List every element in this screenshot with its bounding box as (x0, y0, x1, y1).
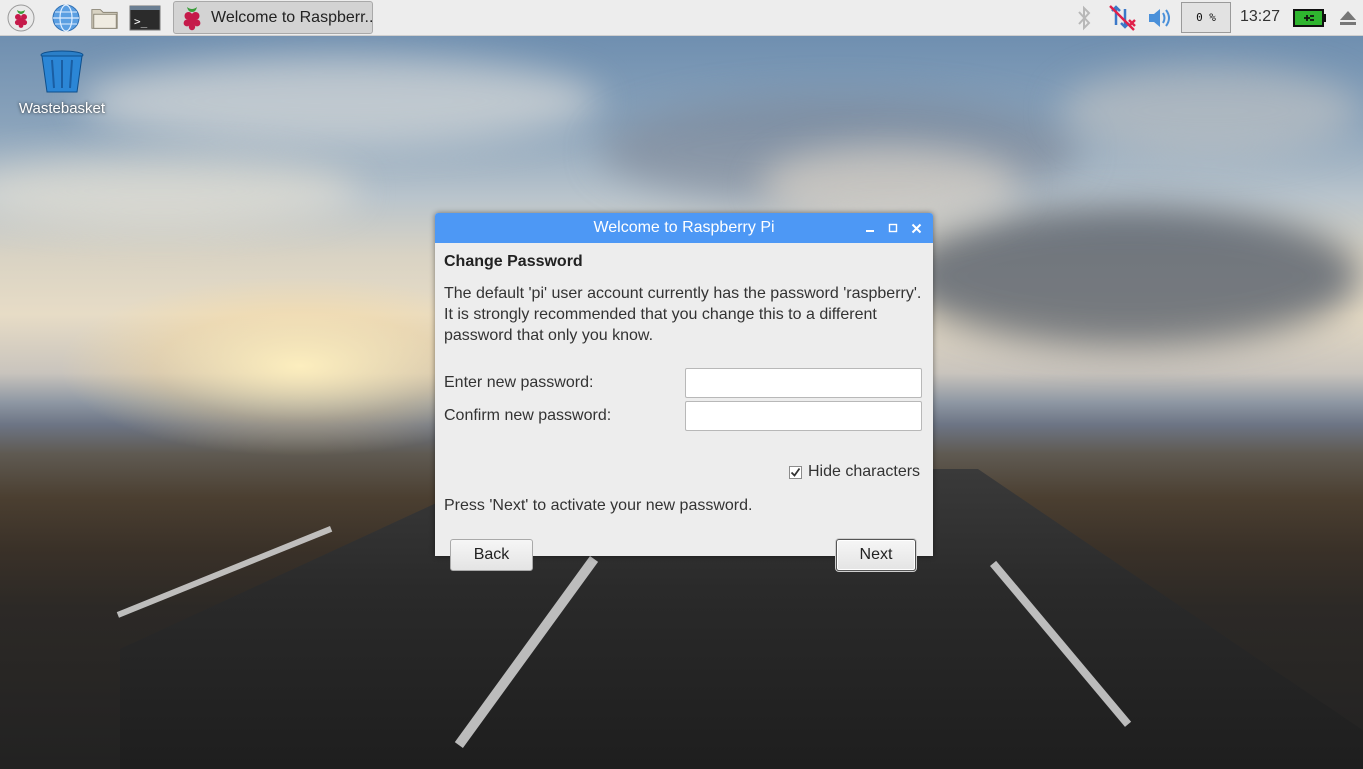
description-line: The default 'pi' user account currently … (444, 285, 922, 302)
cpu-usage-value: 0 % (1196, 11, 1216, 24)
file-manager-icon[interactable] (90, 3, 120, 33)
welcome-dialog: Welcome to Raspberry Pi Change Password … (435, 213, 933, 571)
raspberry-icon (179, 4, 205, 32)
description-line: password that only you know. (444, 327, 654, 344)
task-button-label: Welcome to Raspberr... (211, 8, 372, 26)
clock[interactable]: 13:27 (1240, 8, 1280, 26)
minimize-icon[interactable] (861, 219, 879, 237)
volume-icon[interactable] (1145, 3, 1175, 33)
description-line: It is strongly recommended that you chan… (444, 306, 877, 323)
checkbox-checked-icon[interactable] (789, 465, 802, 479)
terminal-icon[interactable]: >_ (128, 3, 162, 33)
web-browser-icon[interactable] (51, 3, 81, 33)
hide-characters-checkbox[interactable]: Hide characters (789, 463, 920, 481)
back-button[interactable]: Back (450, 539, 533, 571)
confirm-password-label: Confirm new password: (444, 407, 612, 424)
bluetooth-icon[interactable] (1069, 3, 1099, 33)
hide-characters-label: Hide characters (808, 463, 921, 480)
close-icon[interactable] (907, 219, 925, 237)
raspberry-menu-icon[interactable] (6, 3, 36, 33)
dialog-description: The default 'pi' user account currently … (444, 283, 921, 346)
dialog-titlebar[interactable]: Welcome to Raspberry Pi (435, 213, 933, 243)
eject-icon[interactable] (1333, 3, 1363, 33)
wastebasket-label: Wastebasket (18, 100, 106, 117)
confirm-password-field[interactable] (685, 401, 922, 431)
cpu-usage-monitor[interactable]: 0 % (1181, 2, 1231, 33)
battery-charging-icon[interactable] (1292, 3, 1328, 33)
next-button[interactable]: Next (836, 539, 916, 571)
dialog-heading: Change Password (444, 253, 583, 270)
maximize-icon[interactable] (884, 219, 902, 237)
new-password-label: Enter new password: (444, 374, 594, 391)
taskbar: >_ Welcome to Raspberr... 0 % 13:27 (0, 0, 1363, 36)
network-disconnected-icon[interactable] (1107, 3, 1137, 33)
dialog-title: Welcome to Raspberry Pi (593, 219, 775, 236)
svg-text:>_: >_ (134, 15, 148, 28)
wastebasket-desktop-icon[interactable]: Wastebasket (14, 50, 110, 117)
dialog-hint: Press 'Next' to activate your new passwo… (444, 497, 753, 514)
new-password-field[interactable] (685, 368, 922, 398)
wastebasket-icon (39, 50, 85, 98)
window-task-button[interactable]: Welcome to Raspberr... (173, 1, 373, 34)
